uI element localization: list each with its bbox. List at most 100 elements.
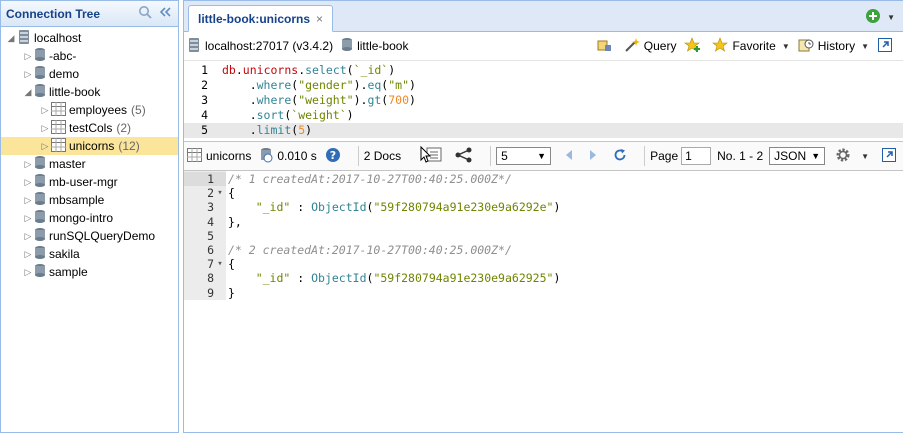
tree-node-little-book[interactable]: ◢ little-book: [1, 83, 178, 101]
help-icon: ?: [325, 147, 341, 166]
line-number: 6: [207, 242, 214, 257]
format-value: JSON: [774, 149, 807, 163]
collapsed-arrow-icon[interactable]: ▷: [22, 249, 34, 260]
tree-node-master[interactable]: ▷ master: [1, 155, 178, 173]
code-token: (: [346, 63, 354, 77]
collapsed-arrow-icon[interactable]: ▷: [22, 195, 34, 206]
tree-node-testcols[interactable]: ▷ testCols (2): [1, 119, 178, 137]
collection-icon: [51, 101, 66, 119]
result-line: 9}: [184, 286, 903, 300]
collapsed-arrow-icon[interactable]: ▷: [22, 177, 34, 188]
code-content: db.unicorns.select(`_id`): [214, 63, 395, 78]
tree-node-sakila[interactable]: ▷ sakila: [1, 245, 178, 263]
tree-node-mongo-intro[interactable]: ▷ mongo-intro: [1, 209, 178, 227]
code-token: .: [222, 123, 257, 137]
add-favorite-button[interactable]: [684, 36, 704, 56]
gear-icon: [835, 147, 851, 166]
docs-count-label: 2 Docs: [363, 149, 402, 163]
collapsed-arrow-icon[interactable]: ▷: [39, 141, 51, 152]
code-token: "_id": [255, 200, 291, 215]
tree-node-runsqlquerydemo[interactable]: ▷ runSQLQueryDemo: [1, 227, 178, 245]
maximize-result-button[interactable]: [881, 147, 901, 166]
tree-node-mbsample[interactable]: ▷ mbsample: [1, 191, 178, 209]
code-token: ): [553, 271, 561, 286]
code-content: "_id" : ObjectId("59f280794a91e230e9a629…: [226, 200, 561, 215]
expanded-arrow-icon[interactable]: ◢: [5, 33, 17, 44]
collapsed-arrow-icon[interactable]: ▷: [22, 51, 34, 62]
explain-button[interactable]: ?: [325, 147, 345, 166]
code-token: "59f280794a91e230e9a6292e": [373, 200, 554, 215]
prev-page-button[interactable]: [565, 149, 577, 164]
code-token: `_id`: [353, 63, 389, 77]
tab-close-button[interactable]: ×: [316, 12, 323, 26]
tree-node-mb-user-mgr[interactable]: ▷ mb-user-mgr: [1, 173, 178, 191]
code-token: }: [228, 285, 235, 300]
tree-node-abc[interactable]: ▷ -abc-: [1, 47, 178, 65]
history-menu[interactable]: History ▼: [798, 37, 869, 56]
code-token: :: [290, 200, 312, 215]
tree-node-label: mbsample: [49, 193, 105, 207]
code-line: 1 db.unicorns.select(`_id`): [184, 63, 903, 78]
export-button[interactable]: [596, 37, 616, 56]
next-page-button[interactable]: [589, 149, 601, 164]
add-tab-button[interactable]: ▼: [865, 8, 895, 27]
tree-node-label: sakila: [49, 247, 80, 261]
collapsed-arrow-icon[interactable]: ▷: [39, 123, 51, 134]
tree-node-localhost[interactable]: ◢ localhost: [1, 29, 178, 47]
code-content: /* 1 createdAt:2017-10-27T00:40:25.000Z*…: [226, 172, 512, 186]
code-token: sort: [256, 108, 285, 122]
collapsed-arrow-icon[interactable]: ▷: [39, 105, 51, 116]
search-icon[interactable]: [138, 5, 152, 22]
tree-node-unicorns[interactable]: ▷ unicorns (12): [1, 137, 178, 155]
code-token: /* 2 createdAt:2017-10-27T00:40:25.000Z*…: [228, 242, 512, 257]
page-input[interactable]: 1: [681, 147, 712, 165]
format-select[interactable]: JSON ▼: [769, 147, 826, 165]
tree-view-button[interactable]: [455, 147, 477, 166]
code-content: {: [226, 186, 235, 200]
tree-node-label: testCols: [69, 121, 113, 135]
result-editor[interactable]: 1 /* 1 createdAt:2017-10-27T00:40:25.000Z…: [184, 171, 903, 300]
collapsed-arrow-icon[interactable]: ▷: [22, 69, 34, 80]
collapsed-arrow-icon[interactable]: ▷: [22, 231, 34, 242]
server-icon: [187, 37, 201, 56]
favorite-label: Favorite: [732, 39, 776, 53]
expanded-arrow-icon[interactable]: ◢: [22, 87, 34, 98]
maximize-editor-button[interactable]: [877, 37, 897, 56]
collapsed-arrow-icon[interactable]: ▷: [22, 267, 34, 278]
tab-little-book-unicorns[interactable]: little-book:unicorns ×: [188, 5, 334, 32]
tree-node-employees[interactable]: ▷ employees (5): [1, 101, 178, 119]
line-number: 5: [207, 228, 214, 243]
query-editor[interactable]: 1 db.unicorns.select(`_id`) 2 .where("gend…: [184, 61, 903, 138]
connection-tree-title: Connection Tree: [6, 6, 101, 21]
fold-arrow-icon[interactable]: ▾: [214, 257, 226, 271]
tab-bar: little-book:unicorns × ▼: [184, 1, 903, 32]
main-panel: little-book:unicorns × ▼ localhost:27017…: [183, 0, 903, 433]
refresh-button[interactable]: [613, 148, 631, 165]
history-label: History: [817, 39, 856, 53]
page-size-select[interactable]: 5 ▼: [496, 147, 552, 165]
collapse-panel-icon[interactable]: [159, 6, 171, 21]
tree-node-demo[interactable]: ▷ demo: [1, 65, 178, 83]
query-button[interactable]: Query: [624, 37, 676, 56]
collapsed-arrow-icon[interactable]: ▷: [22, 159, 34, 170]
database-icon: [34, 173, 46, 191]
triangle-right-icon: [589, 149, 597, 164]
result-line: 1 /* 1 createdAt:2017-10-27T00:40:25.000Z…: [184, 172, 903, 187]
code-content: .where("gender").eq("m"): [214, 78, 416, 93]
view-mode-button[interactable]: [419, 145, 447, 168]
chevron-down-icon: ▼: [781, 41, 790, 51]
fold-arrow-icon[interactable]: ▾: [214, 186, 226, 200]
code-token: ): [305, 123, 313, 137]
line-number: 2: [201, 78, 208, 92]
settings-menu[interactable]: ▼: [835, 147, 869, 166]
favorite-menu[interactable]: Favorite ▼: [712, 36, 790, 56]
code-token: ): [346, 108, 354, 122]
tree-node-sample[interactable]: ▷ sample: [1, 263, 178, 281]
result-line: 8 "_id" : ObjectId("59f280794a91e230e9a6…: [184, 271, 903, 285]
collapsed-arrow-icon[interactable]: ▷: [22, 213, 34, 224]
tree-node-label: runSQLQueryDemo: [49, 229, 156, 243]
